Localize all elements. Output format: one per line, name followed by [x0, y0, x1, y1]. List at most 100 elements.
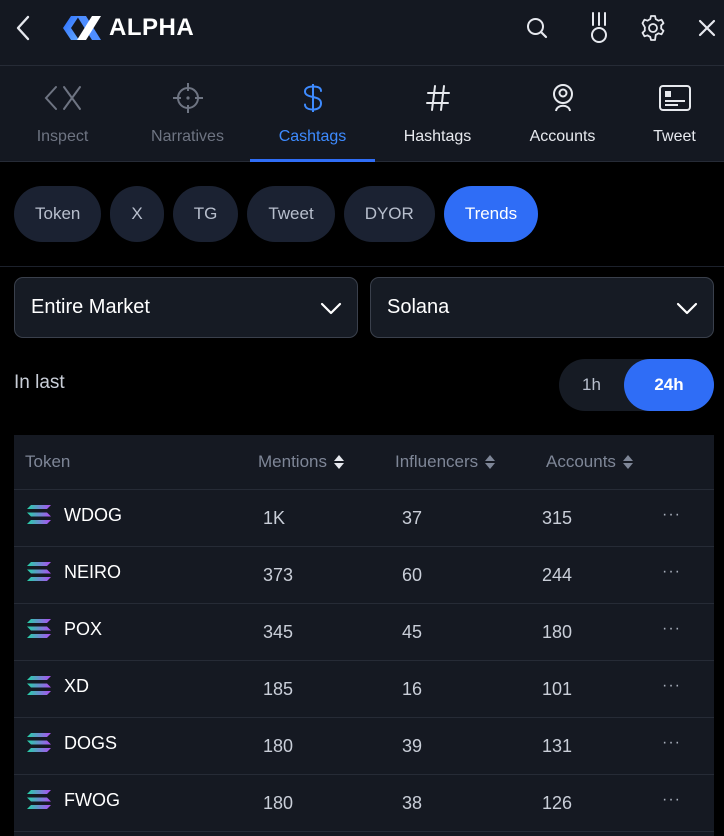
row-more-button[interactable]: ···: [662, 791, 681, 809]
mentions-value: 180: [263, 793, 294, 813]
token-symbol: WDOG: [64, 504, 122, 525]
time-option-24h[interactable]: 24h: [624, 359, 714, 411]
chevron-down-icon: [676, 302, 698, 315]
medal-icon: [591, 12, 607, 43]
mentions-value: 373: [263, 565, 294, 585]
solana-icon: [27, 505, 51, 524]
app-name: ALPHA: [109, 14, 195, 41]
tab-cashtags[interactable]: Cashtags: [250, 66, 375, 162]
close-button[interactable]: [690, 12, 724, 44]
mentions-value: 180: [263, 736, 294, 756]
tab-label: Hashtags: [403, 128, 472, 145]
dollar-icon: [303, 84, 322, 112]
column-header-accounts[interactable]: Accounts: [546, 452, 634, 472]
time-range-toggle: 1h 24h: [559, 359, 714, 411]
row-more-button[interactable]: ···: [662, 677, 681, 695]
token-cell: WDOG: [26, 504, 122, 526]
column-header-mentions[interactable]: Mentions: [258, 452, 345, 472]
sort-icon: [333, 455, 344, 469]
chip-tg[interactable]: TG: [172, 186, 239, 242]
accounts-value: 315: [542, 508, 573, 528]
inspect-icon: [44, 86, 81, 110]
hash-icon: [425, 85, 450, 111]
trends-table: Token Mentions Influencers Accounts WDOG…: [14, 435, 714, 836]
mentions-value: 345: [263, 622, 294, 642]
back-button[interactable]: [8, 12, 38, 44]
accounts-value: 180: [542, 622, 573, 642]
solana-icon: [27, 562, 51, 581]
chevron-down-icon: [320, 302, 342, 315]
gear-icon: [641, 15, 665, 41]
tab-accounts[interactable]: Accounts: [500, 66, 625, 161]
close-icon: [698, 19, 716, 37]
crosshair-icon: [172, 83, 203, 113]
solana-icon: [27, 733, 51, 752]
search-icon: [527, 18, 548, 39]
source-filter-chips: Token X TG Tweet DYOR Trends: [14, 186, 539, 242]
account-icon: [552, 84, 573, 112]
main-tabs: Inspect Narratives Cashtags Hashtags Acc…: [0, 66, 724, 162]
market-select-value: Entire Market: [31, 296, 150, 318]
chip-dyor[interactable]: DYOR: [343, 186, 435, 242]
tab-label: Accounts: [529, 128, 596, 145]
accounts-value: 126: [542, 793, 573, 813]
table-row[interactable]: NEIRO 373 60 244 ···: [14, 547, 714, 604]
token-symbol: POX: [64, 618, 103, 639]
chain-select[interactable]: Solana: [370, 277, 714, 338]
mentions-value: 185: [263, 679, 294, 699]
chip-tweet[interactable]: Tweet: [247, 186, 335, 242]
tab-narratives[interactable]: Narratives: [125, 66, 250, 161]
tab-hashtags[interactable]: Hashtags: [375, 66, 500, 161]
alpha-logo-icon: [63, 16, 101, 40]
tab-tweet[interactable]: Tweet: [625, 66, 724, 161]
tab-label: Tweet: [653, 128, 696, 145]
token-cell: XD: [26, 675, 89, 697]
mentions-value: 1K: [263, 508, 286, 528]
tab-label: Inspect: [36, 128, 89, 145]
chip-token[interactable]: Token: [14, 186, 102, 242]
influencers-value: 60: [402, 565, 423, 585]
chip-trends[interactable]: Trends: [443, 186, 539, 242]
tweet-card-icon: [658, 85, 691, 111]
row-more-button[interactable]: ···: [662, 620, 681, 638]
table-row[interactable]: DOGS 180 39 131 ···: [14, 718, 714, 775]
search-button[interactable]: [520, 12, 554, 44]
tab-inspect[interactable]: Inspect: [0, 66, 125, 161]
token-cell: FWOG: [26, 789, 120, 811]
token-cell: DOGS: [26, 732, 117, 754]
table-row[interactable]: WDOG 1K 37 315 ···: [14, 490, 714, 547]
column-header-token: Token: [25, 452, 71, 471]
sort-icon: [485, 455, 496, 469]
chip-x[interactable]: X: [110, 186, 164, 242]
accounts-value: 244: [542, 565, 573, 585]
influencers-value: 37: [402, 508, 423, 528]
influencers-value: 16: [402, 679, 423, 699]
time-option-1h[interactable]: 1h: [559, 359, 624, 411]
token-cell: POX: [26, 618, 102, 640]
table-row[interactable]: XD 185 16 101 ···: [14, 661, 714, 718]
solana-icon: [27, 790, 51, 809]
accounts-value: 131: [542, 736, 573, 756]
row-more-button[interactable]: ···: [662, 506, 681, 524]
table-header: Token Mentions Influencers Accounts: [14, 435, 714, 490]
tab-label: Narratives: [151, 128, 224, 145]
market-select[interactable]: Entire Market: [14, 277, 358, 338]
token-symbol: XD: [64, 675, 90, 696]
rewards-button[interactable]: [582, 10, 616, 46]
row-more-button[interactable]: ···: [662, 563, 681, 581]
app-logo: ALPHA: [61, 12, 194, 44]
table-row[interactable]: FWOG 180 38 126 ···: [14, 775, 714, 832]
token-symbol: FWOG: [64, 789, 120, 810]
table-row[interactable]: POX 345 45 180 ···: [14, 604, 714, 661]
column-header-influencers[interactable]: Influencers: [395, 452, 496, 472]
token-symbol: DOGS: [64, 732, 118, 753]
sort-icon: [622, 455, 633, 469]
accounts-value: 101: [542, 679, 573, 699]
section-divider: [0, 266, 724, 267]
solana-icon: [27, 676, 51, 695]
solana-icon: [27, 619, 51, 638]
influencers-value: 39: [402, 736, 423, 756]
token-symbol: NEIRO: [64, 561, 122, 582]
settings-button[interactable]: [636, 10, 670, 46]
row-more-button[interactable]: ···: [662, 734, 681, 752]
